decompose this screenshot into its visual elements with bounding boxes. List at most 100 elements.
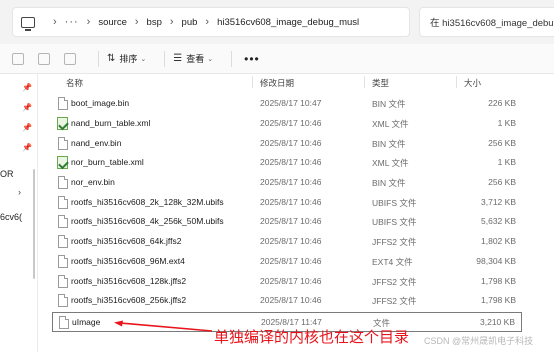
file-size: 256 KB xyxy=(488,138,516,148)
file-size: 1 KB xyxy=(497,157,516,167)
xml-file-icon xyxy=(57,156,68,169)
chevron-right-icon: › xyxy=(18,187,21,197)
file-row[interactable]: nor_burn_table.xml 2025/8/17 10:46 XML 文… xyxy=(52,153,522,173)
file-type: BIN 文件 xyxy=(372,99,406,109)
column-header: 名称 修改日期 类型 大小 xyxy=(48,74,554,90)
breadcrumb-pub[interactable]: pub xyxy=(182,17,198,28)
chevron-right-icon: › xyxy=(169,16,174,28)
file-name: rootfs_hi3516cv608_2k_128k_32M.ubifs xyxy=(71,197,224,207)
share-icon[interactable] xyxy=(38,52,50,65)
breadcrumb-current-folder[interactable]: hi3516cv608_image_debug_musl xyxy=(217,17,359,28)
file-type: XML 文件 xyxy=(372,158,409,168)
nav-scrollbar[interactable] xyxy=(33,169,35,279)
file-date: 2025/8/17 10:46 xyxy=(260,256,322,266)
file-date: 2025/8/17 10:47 xyxy=(260,98,322,108)
file-size: 5,632 KB xyxy=(481,216,516,226)
file-name: rootfs_hi3516cv608_128k.jffs2 xyxy=(71,276,187,286)
sort-button[interactable]: ⇅ 排序 ⌄ xyxy=(107,52,146,65)
view-icon: ☰ xyxy=(173,53,183,64)
nav-item[interactable]: 📌 xyxy=(0,140,37,158)
sort-icon: ⇅ xyxy=(107,53,116,64)
annotation-text: 单独编译的内核也在这个目录 xyxy=(214,328,410,346)
file-type: BIN 文件 xyxy=(372,178,406,188)
file-date: 2025/8/17 10:46 xyxy=(260,157,322,167)
chevron-right-icon[interactable]: › xyxy=(53,16,57,28)
column-header-type[interactable]: 类型 xyxy=(372,77,389,89)
file-size: 1,802 KB xyxy=(481,236,516,246)
toolbar: ⇅ 排序 ⌄ ☰ 查看 ⌄ ••• xyxy=(0,44,554,74)
address-bar-row: › ··· › source › bsp › pub › hi3516cv608… xyxy=(0,0,554,44)
delete-icon[interactable] xyxy=(64,52,76,65)
file-name: rootfs_hi3516cv608_64k.jffs2 xyxy=(71,236,182,246)
file-date: 2025/8/17 10:46 xyxy=(260,295,322,305)
file-row[interactable]: boot_image.bin 2025/8/17 10:47 BIN 文件 22… xyxy=(52,94,522,114)
file-name: rootfs_hi3516cv608_96M.ext4 xyxy=(71,256,185,266)
computer-icon xyxy=(21,16,35,31)
file-row[interactable]: nand_env.bin 2025/8/17 10:46 BIN 文件 256 … xyxy=(52,134,522,154)
file-name: nand_burn_table.xml xyxy=(71,118,151,128)
file-row[interactable]: rootfs_hi3516cv608_128k.jffs2 2025/8/17 … xyxy=(52,272,522,292)
pin-icon: 📌 xyxy=(22,123,32,132)
file-name: boot_image.bin xyxy=(71,98,130,108)
file-icon xyxy=(58,294,68,307)
file-icon xyxy=(59,316,69,329)
file-size: 3,712 KB xyxy=(481,197,516,207)
file-name: nor_burn_table.xml xyxy=(71,157,144,167)
file-row[interactable]: rootfs_hi3516cv608_64k.jffs2 2025/8/17 1… xyxy=(52,232,522,252)
column-divider[interactable] xyxy=(252,76,253,88)
file-date: 2025/8/17 10:46 xyxy=(260,216,322,226)
more-options-button[interactable]: ••• xyxy=(244,52,260,66)
search-input[interactable]: 在 hi3516cv608_image_debu xyxy=(419,7,554,37)
file-date: 2025/8/17 10:46 xyxy=(260,118,322,128)
address-bar[interactable]: › ··· › source › bsp › pub › hi3516cv608… xyxy=(12,7,410,37)
toolbar-divider xyxy=(164,50,166,67)
file-size: 1,798 KB xyxy=(481,276,516,286)
chevron-right-icon: › xyxy=(205,16,210,28)
file-type: EXT4 文件 xyxy=(372,257,413,267)
view-label: 查看 xyxy=(186,54,205,64)
file-row[interactable]: rootfs_hi3516cv608_2k_128k_32M.ubifs 202… xyxy=(52,193,522,213)
file-icon xyxy=(58,196,68,209)
chevron-right-icon: › xyxy=(134,16,139,28)
sort-label: 排序 xyxy=(119,54,138,64)
file-row[interactable]: rootfs_hi3516cv608_256k.jffs2 2025/8/17 … xyxy=(52,291,522,311)
file-type: UBIFS 文件 xyxy=(372,217,417,227)
file-name: rootfs_hi3516cv608_256k.jffs2 xyxy=(71,295,187,305)
column-header-size[interactable]: 大小 xyxy=(464,77,481,89)
file-type: JFFS2 文件 xyxy=(372,237,417,247)
column-divider[interactable] xyxy=(364,76,365,88)
file-size: 1,798 KB xyxy=(481,295,516,305)
watermark: CSDN @常州晟凯电子科技 xyxy=(424,336,534,346)
more-crumbs-button[interactable]: ··· xyxy=(65,16,79,28)
file-size: 98,304 KB xyxy=(476,256,516,266)
file-type: BIN 文件 xyxy=(372,139,406,149)
file-size: 226 KB xyxy=(488,98,516,108)
annotation-arrow-icon xyxy=(114,320,212,332)
column-header-date[interactable]: 修改日期 xyxy=(260,77,294,89)
file-row[interactable]: rootfs_hi3516cv608_4k_256k_50M.ubifs 202… xyxy=(52,212,522,232)
chevron-down-icon: ⌄ xyxy=(207,55,214,63)
file-date: 2025/8/17 10:46 xyxy=(260,197,322,207)
column-divider[interactable] xyxy=(456,76,457,88)
bin-file-icon xyxy=(58,137,68,150)
file-type: UBIFS 文件 xyxy=(372,198,417,208)
breadcrumb-source[interactable]: source xyxy=(98,17,127,28)
breadcrumb-bsp[interactable]: bsp xyxy=(147,17,162,28)
file-row[interactable]: nor_env.bin 2025/8/17 10:46 BIN 文件 256 K… xyxy=(52,173,522,193)
file-row[interactable]: nand_burn_table.xml 2025/8/17 10:46 XML … xyxy=(52,114,522,134)
nav-item[interactable]: 📌 xyxy=(0,80,37,98)
file-type: JFFS2 文件 xyxy=(372,296,417,306)
xml-file-icon xyxy=(57,117,68,130)
file-date: 2025/8/17 10:46 xyxy=(260,276,322,286)
nav-item[interactable]: 📌 xyxy=(0,120,37,138)
view-button[interactable]: ☰ 查看 ⌄ xyxy=(173,52,213,65)
copy-icon[interactable] xyxy=(12,52,24,65)
pin-icon: 📌 xyxy=(22,83,32,92)
file-row[interactable]: rootfs_hi3516cv608_96M.ext4 2025/8/17 10… xyxy=(52,252,522,272)
file-date: 2025/8/17 10:46 xyxy=(260,236,322,246)
file-size: 1 KB xyxy=(497,118,516,128)
bin-file-icon xyxy=(58,176,68,189)
column-header-name[interactable]: 名称 xyxy=(66,77,83,89)
nav-item[interactable]: 📌 xyxy=(0,100,37,118)
file-type: XML 文件 xyxy=(372,119,409,129)
